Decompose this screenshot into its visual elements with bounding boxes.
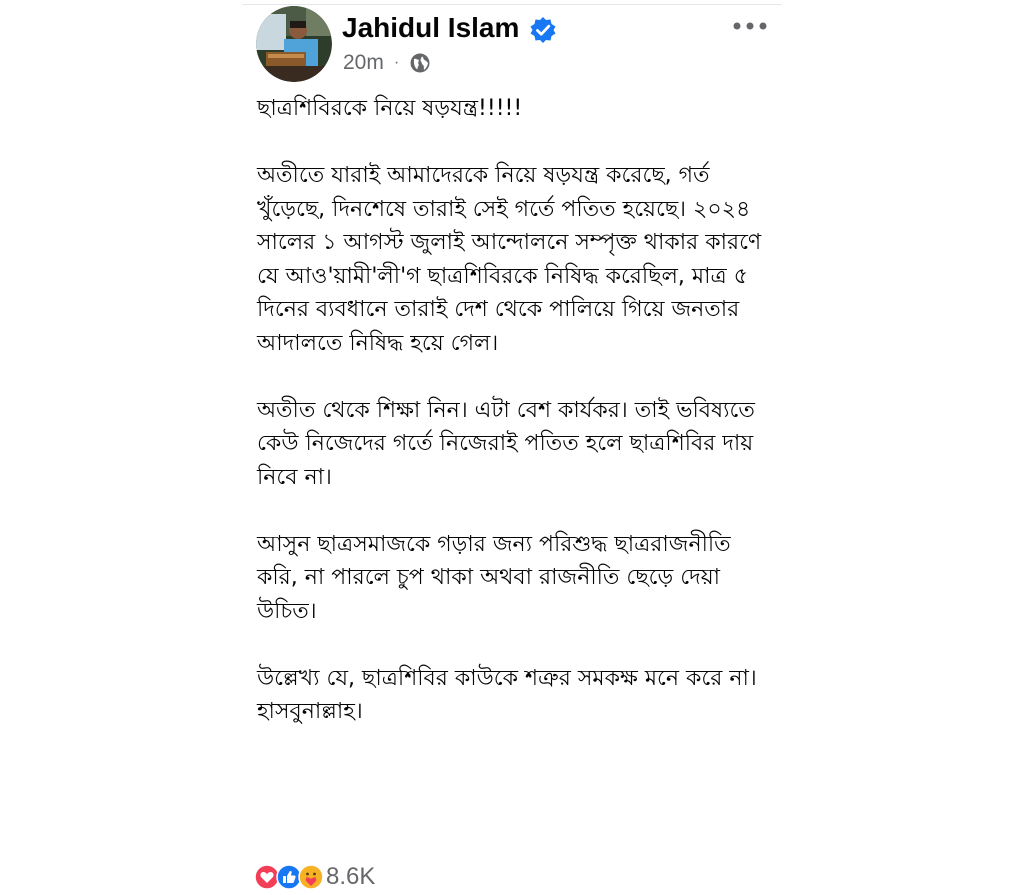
more-options-icon[interactable]	[730, 14, 770, 38]
post-paragraph: অতীত থেকে শিক্ষা নিন। এটা বেশ কার্যকর। ত…	[257, 397, 755, 490]
post-time[interactable]: 20m	[343, 51, 384, 75]
post-paragraph: অতীতে যারাই আমাদেরকে নিয়ে ষড়যন্ত্র করে…	[257, 163, 762, 356]
post-meta: 20m ·	[343, 50, 431, 76]
post-headline: ছাত্রশিবিরকে নিয়ে ষড়যন্ত্র!!!!!	[257, 96, 523, 121]
globe-icon[interactable]	[409, 52, 431, 74]
author-avatar[interactable]	[256, 6, 332, 82]
meta-separator: ·	[393, 54, 400, 71]
post-paragraph: উল্লেখ্য যে, ছাত্রশিবির কাউকে শত্রুর সমক…	[257, 665, 757, 725]
author-name[interactable]: Jahidul Islam	[342, 10, 519, 46]
verified-badge-icon	[530, 17, 556, 43]
post-text: ছাত্রশিবিরকে নিয়ে ষড়যন্ত্র!!!!! অতীতে …	[257, 86, 767, 729]
divider	[242, 4, 782, 5]
reaction-count[interactable]: 8.6K	[326, 863, 375, 891]
reaction-icons	[254, 862, 330, 892]
reactions-summary[interactable]: 8.6K	[254, 860, 375, 894]
care-reaction-icon	[298, 864, 324, 890]
post-paragraph: আসুন ছাত্রসমাজকে গড়ার জন্য পরিশুদ্ধ ছাত…	[257, 531, 731, 624]
facebook-post: Jahidul Islam 20m · ছাত্রশিবিরকে নিয়ে ষ…	[242, 0, 782, 895]
avatar-photo	[256, 6, 332, 82]
